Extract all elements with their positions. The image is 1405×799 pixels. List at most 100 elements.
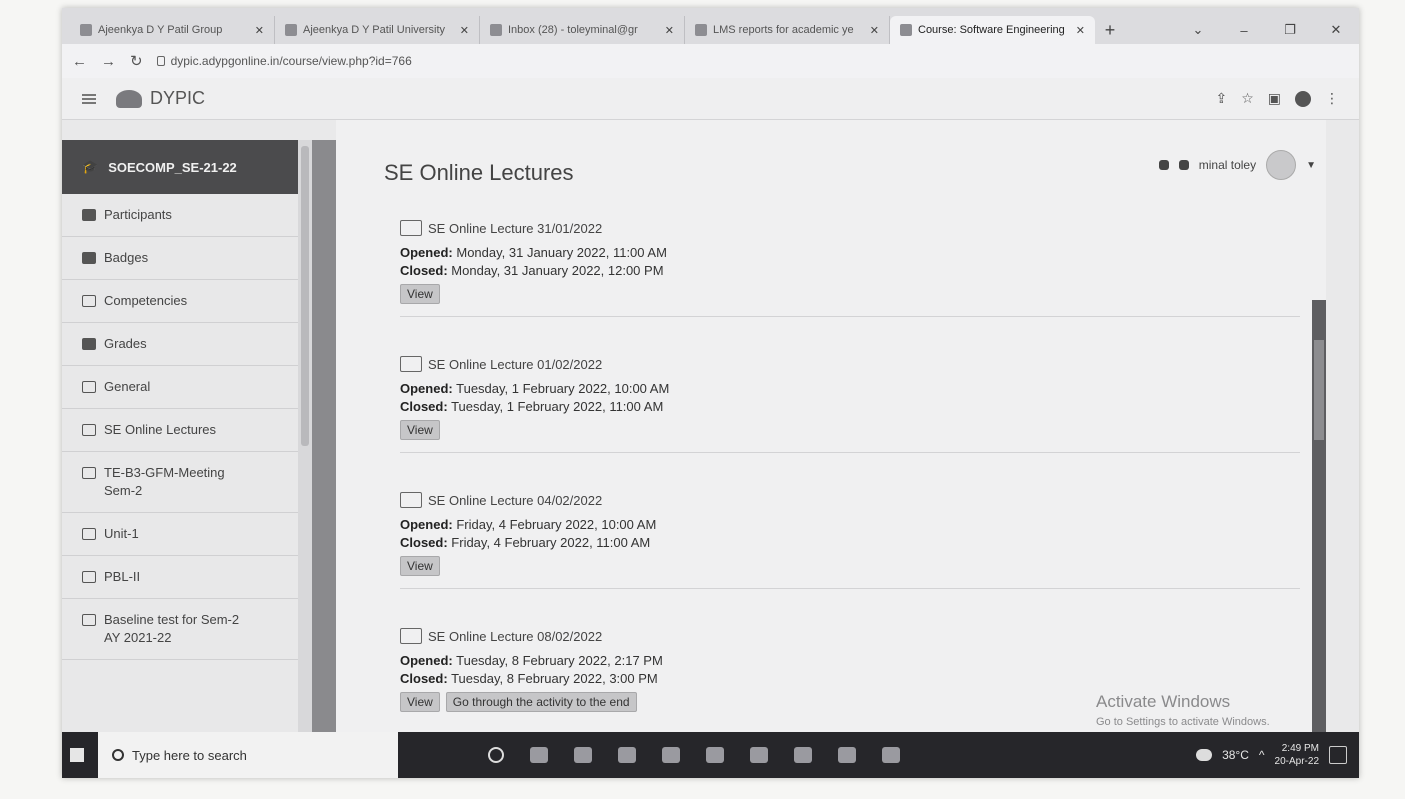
tab-title: Course: Software Engineering <box>918 24 1065 36</box>
browser-tab-2[interactable]: Ajeenkya D Y Patil University ✕ <box>275 16 480 44</box>
tab-search-icon[interactable]: ⌄ <box>1175 16 1221 44</box>
sidebar-item-baseline-test[interactable]: Baseline test for Sem-2 AY 2021-22 <box>62 599 298 660</box>
activity-link[interactable]: SE Online Lecture 31/01/2022 <box>400 220 1300 236</box>
restore-icon[interactable]: ❐ <box>1267 16 1313 44</box>
star-icon[interactable]: ☆ <box>1241 90 1254 107</box>
sidebar-item-participants[interactable]: Participants <box>62 194 298 237</box>
more-icon[interactable]: ⋮ <box>1325 90 1339 107</box>
sidebar-item-unit-1[interactable]: Unit-1 <box>62 513 298 556</box>
completion-requirement-button[interactable]: Go through the activity to the end <box>445 692 637 712</box>
gmail-icon <box>490 24 502 36</box>
opened-date: Opened: Friday, 4 February 2022, 10:00 A… <box>400 516 1300 534</box>
sidebar-item-competencies[interactable]: Competencies <box>62 280 298 323</box>
folder-icon <box>82 614 96 626</box>
opened-label: Opened: <box>400 381 453 396</box>
tab-title: Inbox (28) - toleyminal@gr <box>508 24 638 36</box>
users-icon <box>82 209 96 221</box>
time: 2:49 PM <box>1281 743 1319 754</box>
course-home-link[interactable]: 🎓 SOECOMP_SE-21-22 <box>62 140 298 194</box>
teams-icon[interactable] <box>838 747 856 763</box>
main-scrollbar-thumb[interactable] <box>1314 340 1324 440</box>
browser-tab-4[interactable]: LMS reports for academic ye ✕ <box>685 16 890 44</box>
activity-item: SE Online Lecture 31/01/2022 Opened: Mon… <box>400 220 1300 317</box>
forward-icon[interactable]: → <box>101 53 116 70</box>
browser-tab-strip: Ajeenkya D Y Patil Group ✕ Ajeenkya D Y P… <box>62 8 1359 44</box>
close-tab-icon[interactable]: ✕ <box>665 24 674 37</box>
site-brand[interactable]: DYPIC <box>116 88 205 109</box>
sidebar-item-pbl-ii[interactable]: PBL-II <box>62 556 298 599</box>
tab-title: Ajeenkya D Y Patil University <box>303 24 446 36</box>
messages-icon[interactable] <box>1178 160 1189 170</box>
shield-icon <box>82 252 96 264</box>
clock[interactable]: 2:49 PM 20-Apr-22 <box>1275 742 1319 768</box>
close-tab-icon[interactable]: ✕ <box>460 24 469 37</box>
taskbar-search[interactable]: Type here to search <box>98 732 398 778</box>
sidepanel-icon[interactable]: ▣ <box>1268 90 1281 107</box>
browser-tab-5-active[interactable]: Course: Software Engineering ✕ <box>890 16 1095 44</box>
opened-date: Opened: Tuesday, 1 February 2022, 10:00 … <box>400 380 1300 398</box>
view-button[interactable]: View <box>400 556 440 576</box>
profile-icon[interactable] <box>1295 90 1311 107</box>
close-tab-icon[interactable]: ✕ <box>870 24 879 37</box>
chrome-icon[interactable] <box>750 747 768 763</box>
user-menu[interactable]: minal toley ▼ <box>1158 150 1316 180</box>
mail-icon[interactable] <box>706 747 724 763</box>
notification-bell-icon[interactable] <box>1158 160 1169 170</box>
url-field[interactable]: dypic.adypgonline.in/course/view.php?id=… <box>156 54 412 68</box>
opened-date: Opened: Monday, 31 January 2022, 11:00 A… <box>400 244 1300 262</box>
view-button[interactable]: View <box>400 284 440 304</box>
activity-link[interactable]: SE Online Lecture 04/02/2022 <box>400 492 1300 508</box>
share-icon[interactable]: ⇪ <box>1215 90 1227 107</box>
sidebar-item-label: TE-B3-GFM-Meeting Sem-2 <box>104 465 225 498</box>
caret-down-icon[interactable]: ▼ <box>1306 160 1316 171</box>
sidebar-item-label: Participants <box>104 207 172 222</box>
sidebar-item-te-b3-gfm-meeting[interactable]: TE-B3-GFM-Meeting Sem-2 <box>62 452 298 513</box>
weather-icon[interactable] <box>1196 749 1213 761</box>
reload-icon[interactable]: ↻ <box>130 52 143 70</box>
cortana-icon[interactable] <box>488 747 504 763</box>
checkbox-icon <box>82 295 96 307</box>
app-icon[interactable] <box>794 747 812 763</box>
activity-name: SE Online Lecture 01/02/2022 <box>428 356 603 372</box>
view-button[interactable]: View <box>400 420 440 440</box>
tab-title: LMS reports for academic ye <box>713 24 854 36</box>
close-window-icon[interactable]: ✕ <box>1313 16 1359 44</box>
avatar[interactable] <box>1266 150 1297 180</box>
window-controls: ⌄ – ❐ ✕ <box>1175 16 1359 44</box>
close-tab-icon[interactable]: ✕ <box>1076 24 1085 37</box>
start-button[interactable] <box>62 732 92 778</box>
task-view-icon[interactable] <box>530 747 548 763</box>
gmail-icon <box>695 24 707 36</box>
url-text: dypic.adypgonline.in/course/view.php?id=… <box>170 54 412 68</box>
store-icon[interactable] <box>662 747 680 763</box>
course-sidebar: 🎓 SOECOMP_SE-21-22 Participants Badges C… <box>62 140 298 732</box>
sidebar-item-general[interactable]: General <box>62 366 298 409</box>
edge-icon[interactable] <box>574 747 592 763</box>
closed-date: Closed: Monday, 31 January 2022, 12:00 P… <box>400 262 1300 280</box>
activity-link[interactable]: SE Online Lecture 01/02/2022 <box>400 356 1300 372</box>
app-icon[interactable] <box>618 747 636 763</box>
main-scrollbar[interactable] <box>1312 300 1326 732</box>
sidebar-item-label: Competencies <box>104 293 188 308</box>
activity-link[interactable]: SE Online Lecture 08/02/2022 <box>400 628 1300 644</box>
site-header: DYPIC ⇪ ☆ ▣ ⋮ <box>62 78 1359 120</box>
browser-tab-1[interactable]: Ajeenkya D Y Patil Group ✕ <box>70 16 275 44</box>
notifications-icon[interactable] <box>1329 746 1347 764</box>
page-title: SE Online Lectures <box>384 160 574 185</box>
favicon-icon <box>80 24 92 36</box>
view-button[interactable]: View <box>400 692 440 712</box>
sidebar-item-badges[interactable]: Badges <box>62 237 298 280</box>
chevron-up-icon[interactable]: ^ <box>1259 748 1265 762</box>
menu-toggle-icon[interactable] <box>82 93 96 104</box>
close-tab-icon[interactable]: ✕ <box>255 24 264 37</box>
new-tab-button[interactable]: + <box>1095 16 1125 44</box>
sidebar-item-se-online-lectures[interactable]: SE Online Lectures <box>62 409 298 452</box>
sidebar-scrollbar-thumb[interactable] <box>301 146 309 446</box>
browser-tab-3[interactable]: Inbox (28) - toleyminal@gr ✕ <box>480 16 685 44</box>
temperature[interactable]: 38°C <box>1222 748 1249 762</box>
back-icon[interactable]: ← <box>72 53 87 70</box>
minimize-icon[interactable]: – <box>1221 16 1267 44</box>
sidebar-item-grades[interactable]: Grades <box>62 323 298 366</box>
word-icon[interactable] <box>882 747 900 763</box>
sidebar-scrollbar[interactable] <box>298 140 312 732</box>
